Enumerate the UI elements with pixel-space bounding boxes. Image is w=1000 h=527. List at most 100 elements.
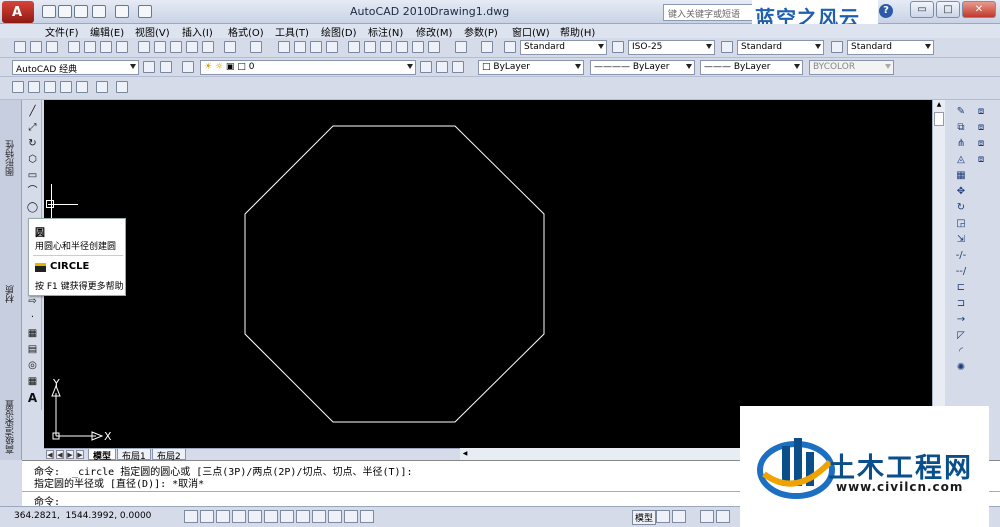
model-space-button[interactable]: 模型 bbox=[632, 510, 657, 525]
help-icon[interactable]: ? bbox=[879, 4, 893, 18]
redo-icon[interactable] bbox=[250, 41, 262, 53]
tab-layout2[interactable]: 布局2 bbox=[152, 449, 186, 462]
rectangle-icon[interactable]: ▭ bbox=[26, 170, 39, 181]
drawing-canvas[interactable]: Y X bbox=[44, 100, 932, 448]
menu-dimension[interactable]: 标注(N) bbox=[368, 24, 403, 39]
table-style-icon[interactable] bbox=[721, 41, 733, 53]
erase-icon[interactable]: ✎ bbox=[954, 106, 968, 118]
match-properties-icon[interactable] bbox=[186, 41, 198, 53]
object-snap-tracking-toggle[interactable] bbox=[296, 510, 310, 523]
help-question-icon[interactable] bbox=[481, 41, 493, 53]
snap-mode-toggle[interactable] bbox=[200, 510, 214, 523]
paste-icon[interactable] bbox=[170, 41, 182, 53]
dynamic-input-toggle[interactable] bbox=[328, 510, 342, 523]
properties-icon[interactable] bbox=[348, 41, 360, 53]
quick-view-layouts-icon[interactable] bbox=[656, 510, 670, 523]
vertical-scrollbar[interactable]: ▲ bbox=[932, 100, 945, 450]
draw-order-icon[interactable]: ⧈ bbox=[974, 106, 988, 118]
menu-edit[interactable]: 编辑(E) bbox=[90, 24, 124, 39]
hatch-icon[interactable]: ▦ bbox=[26, 328, 39, 339]
close-button[interactable]: ✕ bbox=[962, 1, 996, 18]
undo-icon[interactable] bbox=[224, 41, 236, 53]
multileader-style-icon[interactable] bbox=[831, 41, 843, 53]
application-menu-button[interactable]: A bbox=[2, 1, 34, 23]
menu-tools[interactable]: 工具(T) bbox=[275, 24, 309, 39]
workspace-save-icon[interactable] bbox=[160, 61, 172, 73]
save-icon[interactable] bbox=[74, 5, 88, 18]
block-editor-icon[interactable] bbox=[202, 41, 214, 53]
mesh-refine-icon[interactable] bbox=[44, 81, 56, 93]
layer-states-icon[interactable] bbox=[452, 61, 464, 73]
mirror-icon[interactable]: ⋔ bbox=[954, 138, 968, 150]
undo-icon[interactable] bbox=[92, 5, 106, 18]
pan-status-icon[interactable] bbox=[700, 510, 714, 523]
palette-tab-properties[interactable]: 图形特性 bbox=[4, 140, 18, 176]
multiline-text-icon[interactable]: A bbox=[26, 392, 39, 404]
plot-icon[interactable] bbox=[138, 5, 152, 18]
menu-draw[interactable]: 绘图(D) bbox=[321, 24, 357, 39]
first-layout-icon[interactable]: ◀ bbox=[46, 450, 54, 459]
text-style-icon[interactable] bbox=[504, 41, 516, 53]
mesh-convert-icon[interactable] bbox=[116, 81, 128, 93]
next-layout-icon[interactable]: ▶ bbox=[66, 450, 74, 459]
dim-style-icon[interactable] bbox=[612, 41, 624, 53]
circle-icon[interactable]: ◯ bbox=[26, 202, 39, 213]
arc-icon[interactable]: ⌒ bbox=[26, 186, 39, 197]
trim-icon[interactable]: -/- bbox=[954, 250, 968, 262]
pan-icon[interactable] bbox=[278, 41, 290, 53]
sheet-set-icon[interactable] bbox=[396, 41, 408, 53]
layer-properties-icon[interactable] bbox=[182, 61, 194, 73]
mesh-crease-icon[interactable] bbox=[60, 81, 72, 93]
lineweight-select[interactable]: ——— ByLayer bbox=[700, 60, 803, 75]
new-icon[interactable] bbox=[14, 41, 26, 53]
point-icon[interactable]: · bbox=[26, 312, 39, 323]
break-icon[interactable]: ⊐ bbox=[954, 298, 968, 310]
palette-tab-materials[interactable]: 材质 bbox=[4, 285, 18, 303]
scroll-thumb[interactable] bbox=[934, 112, 944, 126]
open-icon[interactable] bbox=[30, 41, 42, 53]
layer-select[interactable]: ☀ ☼ ▣ □ 0 bbox=[200, 60, 416, 75]
object-snap-toggle[interactable] bbox=[264, 510, 278, 523]
array-icon[interactable]: ▦ bbox=[954, 170, 968, 182]
scroll-left-icon[interactable]: ◀ bbox=[460, 449, 470, 458]
polygon-icon[interactable]: ⬡ bbox=[26, 154, 39, 165]
gradient-icon[interactable]: ▤ bbox=[26, 344, 39, 355]
table-icon[interactable]: ▦ bbox=[26, 376, 39, 387]
design-center-icon[interactable] bbox=[364, 41, 376, 53]
plot-icon[interactable] bbox=[68, 41, 80, 53]
mesh-primitive-icon[interactable] bbox=[12, 81, 24, 93]
menu-parametric[interactable]: 参数(P) bbox=[464, 24, 498, 39]
bring-to-front-icon[interactable]: ⧈ bbox=[974, 122, 988, 134]
menu-insert[interactable]: 插入(I) bbox=[182, 24, 213, 39]
tab-layout1[interactable]: 布局1 bbox=[117, 449, 151, 462]
restore-button[interactable]: □ bbox=[936, 1, 960, 18]
grid-display-toggle[interactable] bbox=[216, 510, 230, 523]
mesh-smooth-icon[interactable] bbox=[28, 81, 40, 93]
copy-icon[interactable] bbox=[154, 41, 166, 53]
color-select[interactable]: □ ByLayer bbox=[478, 60, 584, 75]
zoom-realtime-icon[interactable] bbox=[294, 41, 306, 53]
menu-format[interactable]: 格式(O) bbox=[228, 24, 264, 39]
menu-modify[interactable]: 修改(M) bbox=[416, 24, 452, 39]
plotstyle-select[interactable]: BYCOLOR bbox=[809, 60, 894, 75]
menu-file[interactable]: 文件(F) bbox=[45, 24, 79, 39]
join-icon[interactable]: → bbox=[954, 314, 968, 326]
fillet-icon[interactable]: ◜ bbox=[954, 346, 968, 358]
line-icon[interactable]: ╱ bbox=[26, 106, 39, 117]
workspace-select[interactable]: AutoCAD 经典 bbox=[12, 60, 139, 75]
layer-previous-icon[interactable] bbox=[436, 61, 448, 73]
palette-tab-render[interactable]: 高级渲染设置 bbox=[4, 400, 18, 454]
menu-window[interactable]: 窗口(W) bbox=[512, 24, 550, 39]
zoom-status-icon[interactable] bbox=[716, 510, 730, 523]
polyline-icon[interactable]: ↻ bbox=[26, 138, 39, 149]
send-to-back-icon[interactable]: ⧈ bbox=[974, 138, 988, 150]
chamfer-icon[interactable]: ◸ bbox=[954, 330, 968, 342]
menu-view[interactable]: 视图(V) bbox=[135, 24, 170, 39]
quickcalc-icon[interactable] bbox=[428, 41, 440, 53]
infer-constraints-toggle[interactable] bbox=[184, 510, 198, 523]
dim-style-select[interactable]: ISO-25 bbox=[628, 40, 715, 55]
dynamic-ucs-toggle[interactable] bbox=[312, 510, 326, 523]
open-icon[interactable] bbox=[58, 5, 72, 18]
3d-dwf-icon[interactable] bbox=[116, 41, 128, 53]
qnew-icon[interactable] bbox=[42, 5, 56, 18]
